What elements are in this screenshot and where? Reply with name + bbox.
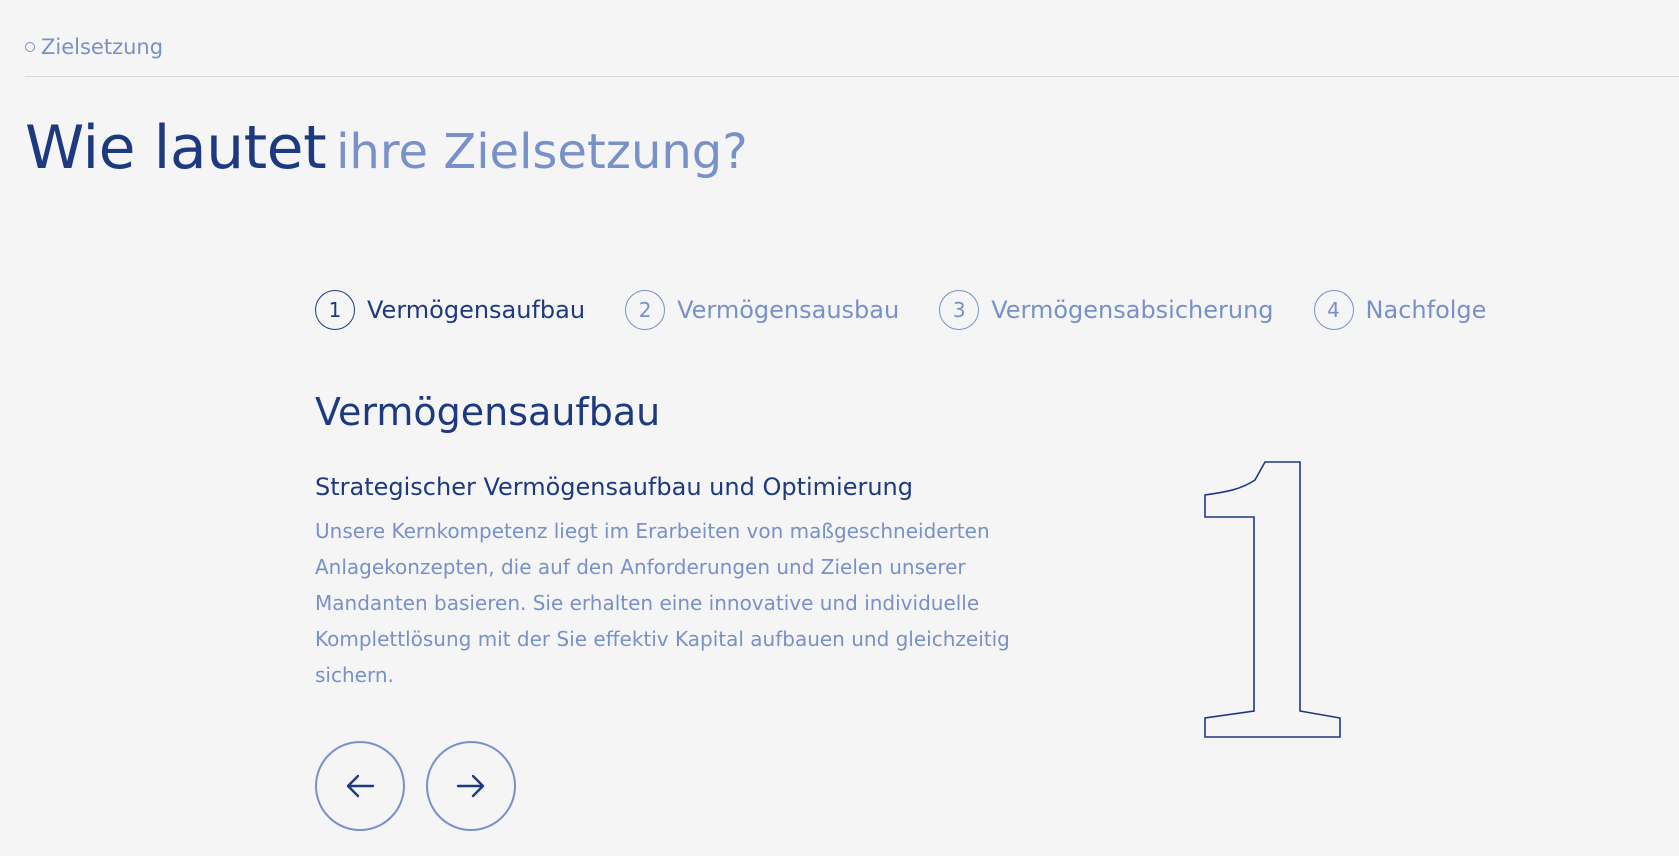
step-number: 2 xyxy=(625,290,666,330)
step-label: Vermögensabsicherung xyxy=(991,296,1274,324)
prev-button[interactable] xyxy=(315,741,405,831)
breadcrumb[interactable]: Zielsetzung xyxy=(25,32,163,62)
step-label: Nachfolge xyxy=(1365,296,1487,324)
step-tab-4[interactable]: 4 Nachfolge xyxy=(1313,290,1487,330)
arrow-left-icon xyxy=(346,774,375,798)
circle-outline-icon xyxy=(25,42,35,52)
step-tab-2[interactable]: 2 Vermögensausbau xyxy=(625,290,899,330)
content-title: Vermögensaufbau xyxy=(315,390,661,434)
step-number: 4 xyxy=(1313,290,1354,330)
step-tab-1[interactable]: 1 Vermögensaufbau xyxy=(315,290,585,330)
page-title-strong: Wie lautet xyxy=(25,113,327,183)
header-divider xyxy=(25,76,1679,77)
step-label: Vermögensaufbau xyxy=(367,296,586,324)
page: Zielsetzung Wie lautet ihre Zielsetzung? … xyxy=(0,0,1679,856)
arrow-right-icon xyxy=(456,774,485,798)
next-button[interactable] xyxy=(426,741,516,831)
breadcrumb-label: Zielsetzung xyxy=(41,35,164,59)
step-big-number xyxy=(1204,461,1341,738)
step-tab-3[interactable]: 3 Vermögensabsicherung xyxy=(939,290,1274,330)
content-body: Unsere Kernkompetenz liegt im Erarbeiten… xyxy=(315,519,1010,687)
content-subtitle: Strategischer Vermögensaufbau und Optimi… xyxy=(315,473,913,501)
page-title: Wie lautet ihre Zielsetzung? xyxy=(25,108,748,203)
step-number: 3 xyxy=(939,290,980,330)
step-number: 1 xyxy=(315,290,355,330)
step-tabs: 1 Vermögensaufbau 2 Vermögensausbau 3 Ve… xyxy=(315,290,1486,330)
step-label: Vermögensausbau xyxy=(677,296,900,324)
page-title-soft: ihre Zielsetzung? xyxy=(336,124,748,180)
